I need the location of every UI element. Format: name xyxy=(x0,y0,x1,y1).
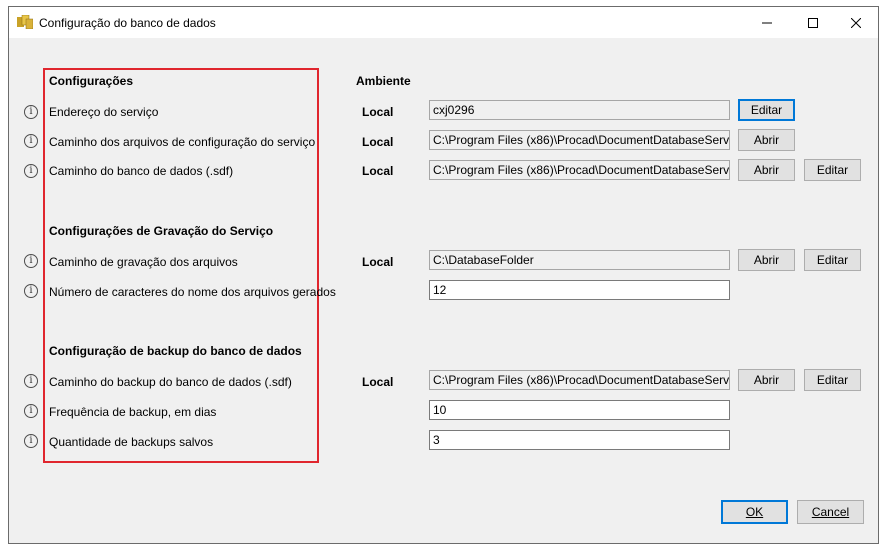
open-backup-path-button[interactable]: Abrir xyxy=(738,369,795,391)
record-path-label: Caminho de gravação dos arquivos xyxy=(49,255,238,269)
edit-db-path-button[interactable]: Editar xyxy=(804,159,861,181)
edit-backup-path-button[interactable]: Editar xyxy=(804,369,861,391)
recording-section-heading: Configurações de Gravação do Serviço xyxy=(49,224,274,238)
record-path-field[interactable]: C:\DatabaseFolder xyxy=(429,250,730,270)
info-icon[interactable]: i xyxy=(24,105,38,119)
backup-freq-input[interactable]: 10 xyxy=(429,400,730,420)
info-icon[interactable]: i xyxy=(24,164,38,178)
ok-button[interactable]: OK xyxy=(721,500,788,524)
name-chars-input[interactable]: 12 xyxy=(429,280,730,300)
service-address-field[interactable]: cxj0296 xyxy=(429,100,730,120)
info-icon[interactable]: i xyxy=(24,404,38,418)
db-path-label: Caminho do banco de dados (.sdf) xyxy=(49,164,234,178)
backup-path-env: Local xyxy=(362,375,394,389)
service-address-env: Local xyxy=(362,105,394,119)
database-app-icon xyxy=(17,15,33,29)
backup-count-label: Quantidade de backups salvos xyxy=(49,435,214,449)
window-title: Configuração do banco de dados xyxy=(39,16,216,30)
close-icon xyxy=(851,17,861,28)
db-path-field[interactable]: C:\Program Files (x86)\Procad\DocumentDa… xyxy=(429,160,730,180)
settings-heading: Configurações xyxy=(49,74,134,88)
backup-count-input[interactable]: 3 xyxy=(429,430,730,450)
backup-path-label: Caminho do backup do banco de dados (.sd… xyxy=(49,375,292,389)
edit-record-path-button[interactable]: Editar xyxy=(804,249,861,271)
open-db-path-button[interactable]: Abrir xyxy=(738,159,795,181)
config-dialog: Configuração do banco de dados Configura… xyxy=(8,6,879,544)
backup-section-heading: Configuração de backup do banco de dados xyxy=(49,344,302,358)
close-button[interactable] xyxy=(833,7,879,38)
info-icon[interactable]: i xyxy=(24,284,38,298)
backup-freq-label: Frequência de backup, em dias xyxy=(49,405,217,419)
name-chars-label: Número de caracteres do nome dos arquivo… xyxy=(49,285,336,299)
config-path-field[interactable]: C:\Program Files (x86)\Procad\DocumentDa… xyxy=(429,130,730,150)
info-icon[interactable]: i xyxy=(24,374,38,388)
info-icon[interactable]: i xyxy=(24,434,38,448)
record-path-env: Local xyxy=(362,255,394,269)
db-path-env: Local xyxy=(362,164,394,178)
open-record-path-button[interactable]: Abrir xyxy=(738,249,795,271)
service-address-label: Endereço do serviço xyxy=(49,105,159,119)
backup-path-field[interactable]: C:\Program Files (x86)\Procad\DocumentDa… xyxy=(429,370,730,390)
minimize-icon xyxy=(762,22,772,23)
maximize-icon xyxy=(808,17,818,28)
edit-service-address-button[interactable]: Editar xyxy=(738,99,795,121)
minimize-button[interactable] xyxy=(744,7,790,38)
config-path-label: Caminho dos arquivos de configuração do … xyxy=(49,135,316,149)
cancel-button[interactable]: Cancel xyxy=(797,500,864,524)
info-icon[interactable]: i xyxy=(24,254,38,268)
maximize-button[interactable] xyxy=(790,7,836,38)
environment-heading: Ambiente xyxy=(356,74,411,88)
open-config-path-button[interactable]: Abrir xyxy=(738,129,795,151)
titlebar: Configuração do banco de dados xyxy=(9,7,878,38)
config-path-env: Local xyxy=(362,135,394,149)
info-icon[interactable]: i xyxy=(24,134,38,148)
